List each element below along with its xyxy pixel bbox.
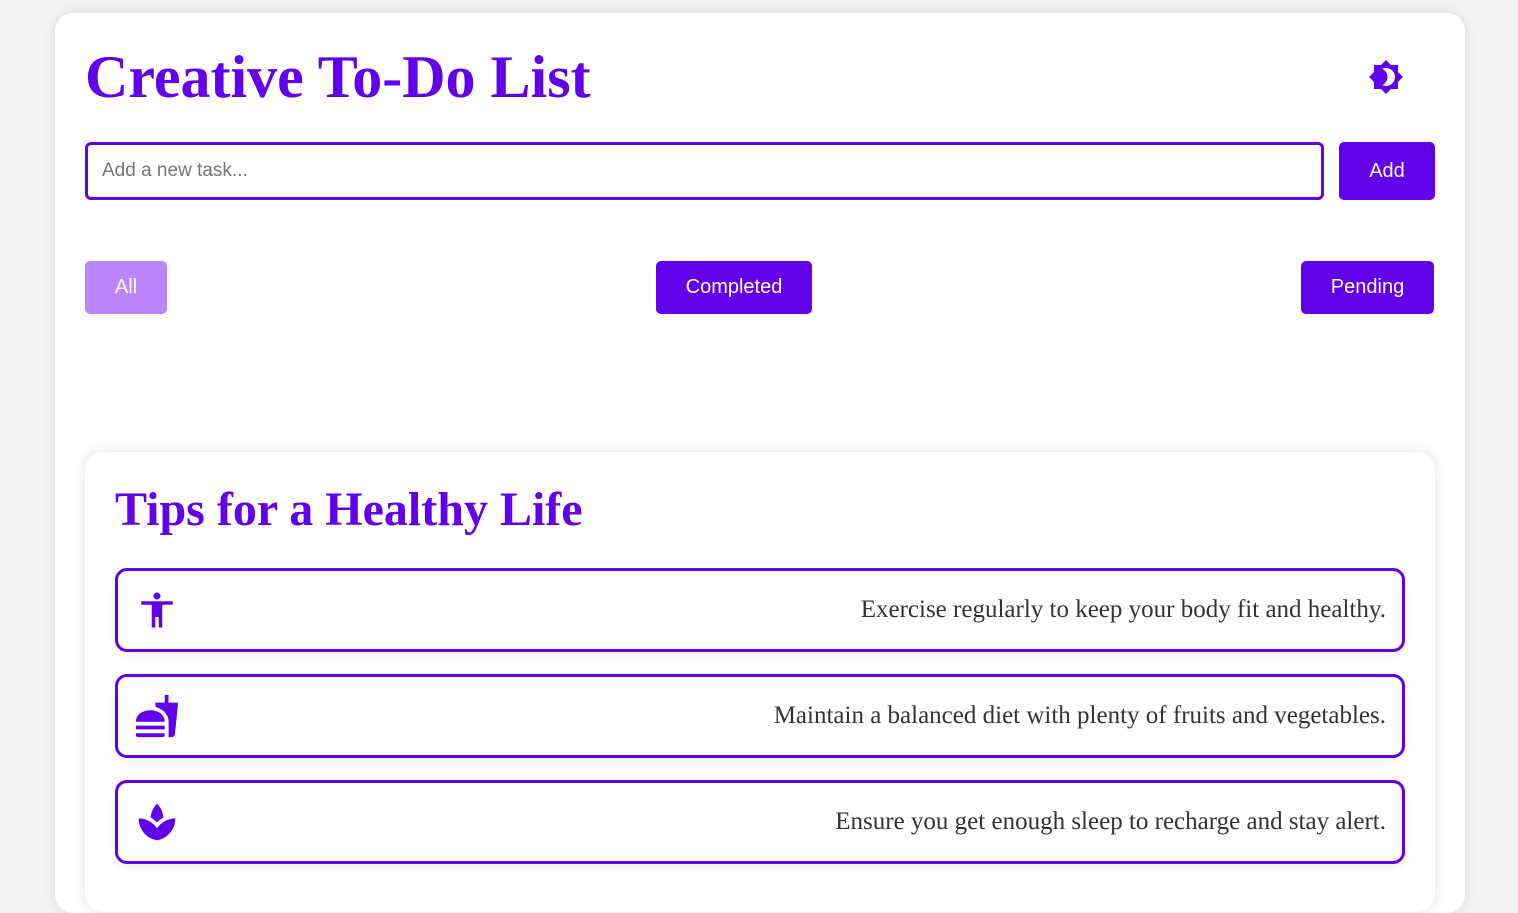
tip-item: Maintain a balanced diet with plenty of … [115,674,1405,758]
spa-icon [134,799,180,845]
tips-section: Tips for a Healthy Life Exercise regular… [85,452,1435,912]
app-title: Creative To-Do List [85,44,591,110]
brightness-icon [1369,60,1403,94]
theme-toggle-button[interactable] [1368,59,1404,95]
filter-all-button[interactable]: All [85,261,167,314]
tip-text: Maintain a balanced diet with plenty of … [773,702,1386,729]
add-task-button[interactable]: Add [1339,142,1435,200]
filter-pending-button[interactable]: Pending [1301,261,1434,314]
tip-item: Ensure you get enough sleep to recharge … [115,780,1405,864]
tip-text: Ensure you get enough sleep to recharge … [835,808,1386,835]
filter-completed-button[interactable]: Completed [656,261,812,314]
fastfood-icon [134,693,180,739]
tips-title: Tips for a Healthy Life [115,483,583,536]
tip-item: Exercise regularly to keep your body fit… [115,568,1405,652]
task-input[interactable] [85,142,1324,200]
accessibility-icon [134,587,180,633]
tip-text: Exercise regularly to keep your body fit… [860,596,1386,623]
app-container: Creative To-Do List Add All Completed Pe… [55,13,1465,913]
